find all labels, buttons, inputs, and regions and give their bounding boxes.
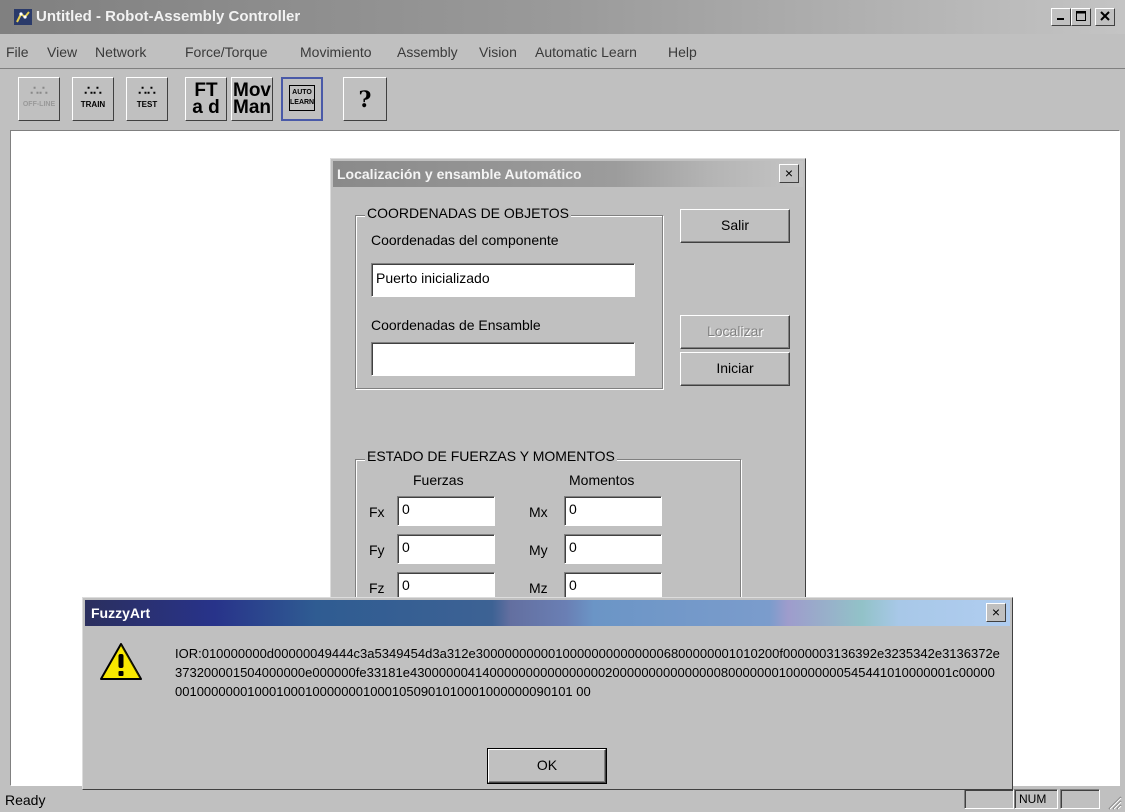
momentos-header: Momentos bbox=[569, 472, 635, 488]
menu-assembly[interactable]: Assembly bbox=[397, 44, 458, 60]
test-button[interactable]: ∴∴ TEST bbox=[126, 77, 168, 121]
maximize-button[interactable] bbox=[1071, 8, 1091, 26]
fuzzyart-close-button[interactable]: × bbox=[986, 603, 1006, 622]
status-pane-caps bbox=[964, 789, 1014, 809]
mz-label: Mz bbox=[529, 580, 548, 596]
close-icon: × bbox=[784, 165, 794, 181]
network-nodes-icon: ∴∴ bbox=[138, 82, 156, 98]
menu-help[interactable]: Help bbox=[668, 44, 697, 60]
my-field[interactable]: 0 bbox=[564, 534, 662, 564]
status-text: Ready bbox=[5, 792, 46, 808]
robot-app-icon bbox=[14, 9, 32, 25]
componente-label: Coordenadas del componente bbox=[371, 232, 559, 248]
menu-automatic-learn[interactable]: Automatic Learn bbox=[535, 44, 637, 60]
ensamble-label: Coordenadas de Ensamble bbox=[371, 317, 541, 333]
main-title-bar[interactable]: Untitled - Robot-Assembly Controller bbox=[0, 0, 1125, 34]
coordenadas-group-label: COORDENADAS DE OBJETOS bbox=[365, 205, 572, 221]
menu-movimiento[interactable]: Movimiento bbox=[300, 44, 372, 60]
localizar-button[interactable]: Localizar bbox=[680, 315, 790, 349]
fuzzyart-title: FuzzyArt bbox=[91, 605, 151, 621]
auto-learn-icon: AUTO LEARN bbox=[289, 85, 315, 111]
minimize-button[interactable] bbox=[1051, 8, 1071, 26]
fx-label: Fx bbox=[369, 504, 385, 520]
menu-bar: File View Network Force/Torque Movimient… bbox=[0, 34, 1125, 68]
auto-learn-button[interactable]: AUTO LEARN bbox=[281, 77, 323, 121]
localizacion-dialog: Localización y ensamble Automático × COO… bbox=[330, 158, 806, 638]
menu-force-torque[interactable]: Force/Torque bbox=[185, 44, 267, 60]
mov-man-button[interactable]: Mov Man bbox=[231, 77, 273, 121]
mx-label: Mx bbox=[529, 504, 548, 520]
help-button[interactable]: ? bbox=[343, 77, 387, 121]
localizacion-dialog-title: Localización y ensamble Automático bbox=[337, 166, 582, 182]
close-icon: × bbox=[991, 604, 1001, 620]
status-pane-num: NUM bbox=[1014, 789, 1058, 809]
localizacion-dialog-title-bar[interactable]: Localización y ensamble Automático × bbox=[333, 161, 803, 187]
warning-icon bbox=[100, 643, 142, 680]
ok-button[interactable]: OK bbox=[488, 749, 606, 783]
fuerzas-header: Fuerzas bbox=[413, 472, 464, 488]
minimize-icon bbox=[1057, 18, 1064, 20]
train-button[interactable]: ∴∴ TRAIN bbox=[72, 77, 114, 121]
toolbar: ∴∴ OFF-LINE ∴∴ TRAIN ∴∴ TEST FT a d Mov … bbox=[0, 68, 1125, 129]
off-line-button[interactable]: ∴∴ OFF-LINE bbox=[18, 77, 60, 121]
status-pane-scrl bbox=[1060, 789, 1100, 809]
close-button[interactable] bbox=[1095, 8, 1115, 26]
iniciar-button[interactable]: Iniciar bbox=[680, 352, 790, 386]
fuzzyart-message-box: FuzzyArt × IOR:010000000d00000049444c3a5… bbox=[82, 597, 1013, 790]
fy-label: Fy bbox=[369, 542, 385, 558]
componente-field[interactable]: Puerto inicializado bbox=[371, 263, 635, 297]
network-nodes-icon: ∴∴ bbox=[30, 82, 48, 98]
network-nodes-icon: ∴∴ bbox=[84, 82, 102, 98]
maximize-icon bbox=[1076, 11, 1086, 21]
fuzzyart-message-text: IOR:010000000d00000049444c3a5349454d3a31… bbox=[175, 646, 1000, 699]
mx-field[interactable]: 0 bbox=[564, 496, 662, 526]
help-question-icon: ? bbox=[358, 87, 372, 113]
fz-label: Fz bbox=[369, 580, 385, 596]
ensamble-field[interactable] bbox=[371, 342, 635, 376]
ft-ad-button[interactable]: FT a d bbox=[185, 77, 227, 121]
localizacion-close-button[interactable]: × bbox=[779, 164, 799, 183]
close-icon bbox=[1100, 11, 1110, 21]
resize-grip-icon[interactable] bbox=[1106, 794, 1122, 810]
fy-field[interactable]: 0 bbox=[397, 534, 495, 564]
menu-view[interactable]: View bbox=[47, 44, 77, 60]
menu-vision[interactable]: Vision bbox=[479, 44, 517, 60]
menu-file[interactable]: File bbox=[6, 44, 29, 60]
salir-button[interactable]: Salir bbox=[680, 209, 790, 243]
my-label: My bbox=[529, 542, 548, 558]
menu-network[interactable]: Network bbox=[95, 44, 146, 60]
fx-field[interactable]: 0 bbox=[397, 496, 495, 526]
fuzzyart-title-bar[interactable]: FuzzyArt × bbox=[85, 600, 1010, 626]
fuerzas-momentos-group-label: ESTADO DE FUERZAS Y MOMENTOS bbox=[365, 448, 617, 464]
window-title: Untitled - Robot-Assembly Controller bbox=[36, 8, 301, 25]
